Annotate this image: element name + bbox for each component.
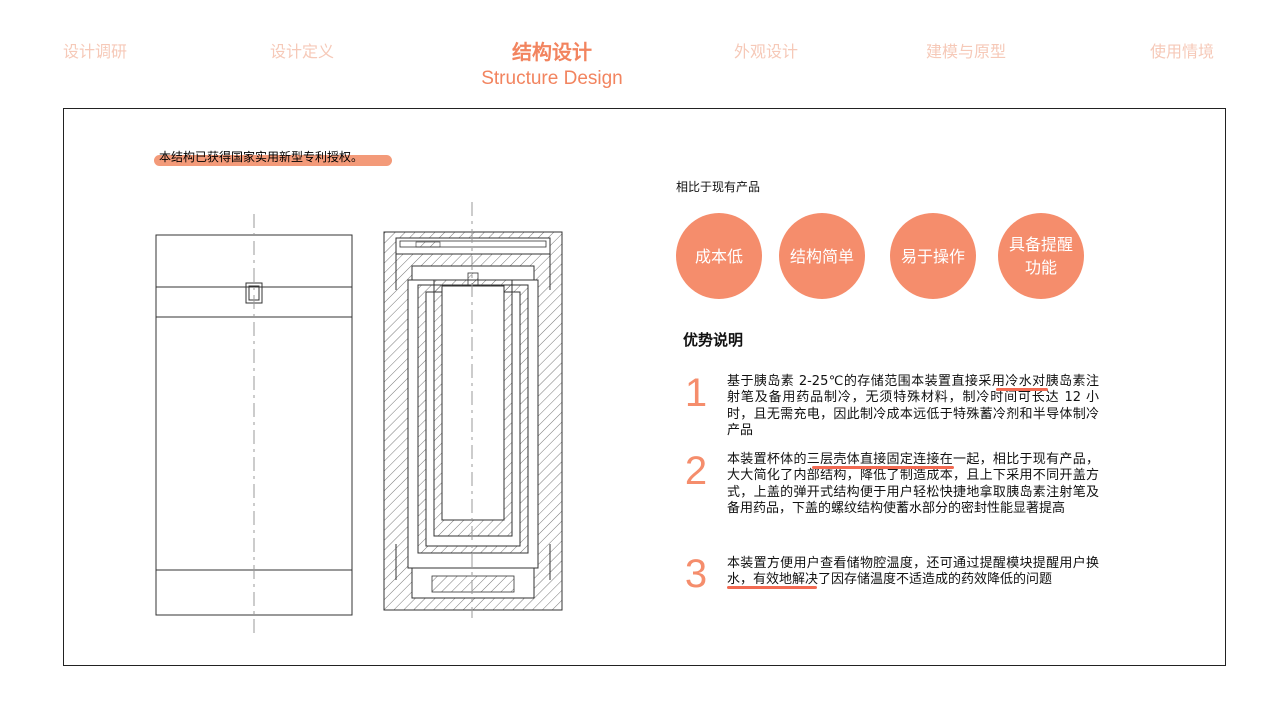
nav-item-scenario[interactable]: 使用情境 [1150, 38, 1214, 62]
feature-reminder: 具备提醒功能 [998, 213, 1084, 299]
feature-low-cost: 成本低 [676, 213, 762, 299]
section-view-drawing [383, 202, 563, 618]
nav-item-research[interactable]: 设计调研 [63, 38, 127, 62]
highlight-underline-3 [727, 586, 817, 589]
feature-easy-operation: 易于操作 [890, 213, 976, 299]
advantage-number-1: 1 [684, 371, 708, 415]
nav-item-structure-design[interactable]: 结构设计 Structure Design [472, 38, 632, 92]
highlight-underline-1 [996, 388, 1048, 391]
advantage-text-2: 本装置杯体的三层壳体直接固定连接在一起，相比于现有产品，大大简化了内部结构，降低… [727, 452, 1099, 517]
nav-item-definition[interactable]: 设计定义 [270, 38, 334, 62]
advantage-text-1: 基于胰岛素 2-25℃的存储范围本装置直接采用冷水对胰岛素注射笔及备用药品制冷，… [727, 374, 1099, 439]
advantage-number-3: 3 [684, 552, 708, 596]
feature-label: 具备提醒功能 [1008, 235, 1073, 277]
advantage-number-2: 2 [684, 449, 708, 493]
patent-note: 本结构已获得国家实用新型专利授权。 [159, 150, 364, 164]
feature-simple-structure: 结构简单 [779, 213, 865, 299]
highlight-underline-2 [812, 466, 954, 469]
structure-drawing [155, 202, 563, 636]
feature-label: 易于操作 [900, 246, 965, 266]
nav-active-title-zh: 结构设计 [512, 40, 592, 64]
feature-label: 结构简单 [789, 246, 854, 266]
nav-item-modeling[interactable]: 建模与原型 [926, 38, 1006, 62]
nav-item-appearance[interactable]: 外观设计 [734, 38, 798, 62]
nav-active-title-en: Structure Design [481, 68, 623, 89]
feature-label: 成本低 [694, 246, 743, 266]
advantages-title: 优势说明 [683, 331, 744, 349]
advantage-text-3: 本装置方便用户查看储物腔温度，还可通过提醒模块提醒用户换水，有效地解决了因存储温… [727, 556, 1099, 588]
exterior-view-drawing [155, 214, 353, 636]
compare-title: 相比于现有产品 [676, 180, 761, 194]
